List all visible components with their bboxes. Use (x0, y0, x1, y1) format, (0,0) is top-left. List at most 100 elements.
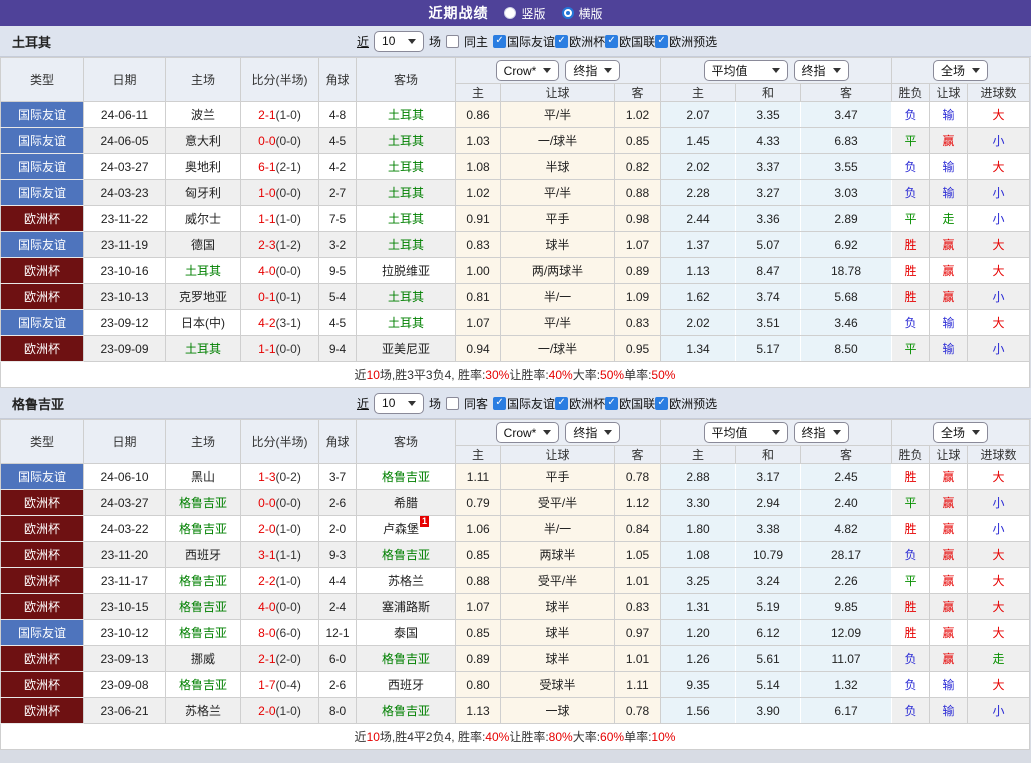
odds-handicap: 平/半 (500, 101, 615, 128)
half-time-score: (2-0) (275, 651, 301, 666)
score: 6-1(2-1) (240, 153, 319, 180)
result-outcome: 胜 (891, 231, 931, 258)
competition-filter-1: 欧洲杯 (555, 395, 605, 412)
final-odds-select-1[interactable]: 终指 (565, 60, 621, 81)
avg-home: 1.26 (660, 645, 737, 672)
layout-radio-horizontal[interactable]: 横版 (561, 5, 603, 22)
competition-checkbox-3[interactable] (655, 396, 669, 410)
odds-away: 0.83 (613, 309, 662, 336)
odds-company-select[interactable]: Crow* (495, 60, 560, 81)
final-odds-select-2[interactable]: 终指 (793, 422, 849, 443)
layout-radio-vertical[interactable]: 竖版 (504, 5, 546, 22)
competition-checkbox-2[interactable] (605, 396, 619, 410)
competition-checkbox-1[interactable] (555, 396, 569, 410)
home-team: 波兰 (165, 101, 241, 128)
home-team-name: 格鲁吉亚 (178, 678, 227, 692)
competition-checkbox-2[interactable] (605, 34, 619, 48)
recent-link[interactable]: 近 (357, 395, 369, 412)
odds-away: 0.82 (613, 153, 662, 180)
same-venue-checkbox[interactable] (446, 34, 460, 48)
result-goals: 大 (967, 231, 1031, 258)
avg-home: 1.20 (660, 619, 737, 646)
avg-draw: 3.36 (735, 205, 802, 232)
average-select[interactable]: 平均值 (703, 422, 788, 443)
score: 1-0(0-0) (240, 179, 319, 206)
odds-away: 0.78 (613, 697, 662, 724)
recent-link[interactable]: 近 (357, 33, 369, 50)
match-row: 欧洲杯 23-10-16 土耳其 4-0(0-0) 9-5 拉脱维亚 1.00 两/两球半 0.… (0, 257, 1031, 284)
avg-away: 18.78 (800, 257, 893, 284)
match-row: 欧洲杯 23-11-20 西班牙 3-1(1-1) 9-3 格鲁吉亚 0.85 两球半 1.05… (0, 541, 1031, 568)
avg-draw: 3.51 (735, 309, 802, 336)
home-team: 格鲁吉亚 (165, 671, 241, 698)
match-date: 24-03-27 (83, 489, 166, 516)
competition-checkbox-0[interactable] (493, 34, 507, 48)
odds-away: 0.89 (613, 257, 662, 284)
full-time-score: 8-0 (258, 625, 276, 640)
col-header-score: 比分(半场) (240, 419, 319, 464)
match-row: 欧洲杯 23-11-22 威尔士 1-1(1-0) 7-5 土耳其 0.91 平手 0.98 2.… (0, 205, 1031, 232)
competition-checkbox-3[interactable] (655, 34, 669, 48)
corners: 7-5 (318, 205, 357, 232)
team-name: 土耳其 (12, 34, 52, 50)
matches-count-value: 10 (382, 396, 396, 410)
competition-checkbox-1[interactable] (555, 34, 569, 48)
corners: 5-4 (318, 283, 357, 310)
half-time-score: (0-0) (275, 263, 301, 278)
final-odds-select-2[interactable]: 终指 (793, 60, 849, 81)
matches-label: 场 (429, 34, 442, 49)
same-venue-checkbox[interactable] (446, 396, 460, 410)
home-team-name: 土耳其 (184, 342, 221, 356)
result-goals: 小 (967, 489, 1031, 516)
avg-away: 4.82 (800, 515, 893, 542)
avg-away: 9.85 (800, 593, 893, 620)
match-type-badge: 国际友谊 (0, 101, 84, 128)
avg-away: 28.17 (800, 541, 893, 568)
avg-home: 1.45 (660, 127, 737, 154)
match-type-badge: 国际友谊 (0, 153, 84, 180)
sub-header-odds-home: 主 (455, 445, 501, 464)
score: 1-3(0-2) (240, 463, 319, 490)
avg-draw: 5.19 (735, 593, 802, 620)
competition-filter-2: 欧国联 (605, 33, 655, 50)
radio-horizontal-icon[interactable] (561, 7, 574, 19)
average-select[interactable]: 平均值 (703, 60, 788, 81)
match-row: 国际友谊 23-09-12 日本(中) 4-2(3-1) 4-5 土耳其 1.07 平/半 0.… (0, 309, 1031, 336)
odds-home: 0.79 (455, 489, 501, 516)
odds-handicap: 受球半 (500, 671, 615, 698)
result-outcome: 平 (891, 567, 931, 594)
full-time-score: 1-1 (258, 341, 276, 356)
match-type-badge: 国际友谊 (0, 231, 84, 258)
summary-segment: 50% (600, 367, 625, 382)
half-time-score: (1-2) (275, 237, 301, 252)
competition-filter-2: 欧国联 (605, 395, 655, 412)
scope-select[interactable]: 全场 (933, 422, 989, 443)
avg-away: 12.09 (800, 619, 893, 646)
matches-count-select[interactable]: 10 (374, 30, 425, 52)
result-goals: 小 (967, 205, 1031, 232)
radio-vertical-icon[interactable] (504, 7, 517, 19)
odds-company-select[interactable]: Crow* (495, 422, 560, 443)
match-date: 23-09-09 (83, 335, 166, 362)
result-outcome: 平 (891, 335, 931, 362)
away-team: 希腊 (356, 489, 456, 516)
corners: 4-2 (318, 153, 357, 180)
matches-count-select[interactable]: 10 (374, 392, 425, 414)
result-handicap: 输 (929, 697, 969, 724)
home-team-name: 格鲁吉亚 (178, 522, 227, 536)
summary-segment: 80% (548, 729, 573, 744)
away-team-name: 土耳其 (387, 134, 424, 148)
half-time-score: (0-2) (275, 469, 301, 484)
competition-checkbox-0[interactable] (493, 396, 507, 410)
final-odds-select-1[interactable]: 终指 (565, 422, 621, 443)
half-time-score: (1-0) (275, 573, 301, 588)
summary-segment: 单率: (624, 368, 652, 382)
match-date: 23-10-16 (83, 257, 166, 284)
result-handicap: 输 (929, 309, 969, 336)
match-table: 类型 日期 主场 比分(半场) 角球 客场 Crow* 终指 平均值 终指 全场… (0, 419, 1031, 724)
away-team: 土耳其 (356, 101, 456, 128)
away-team-name: 西班牙 (387, 678, 424, 692)
avg-draw: 3.74 (735, 283, 802, 310)
result-goals: 小 (967, 283, 1031, 310)
scope-select[interactable]: 全场 (933, 60, 989, 81)
